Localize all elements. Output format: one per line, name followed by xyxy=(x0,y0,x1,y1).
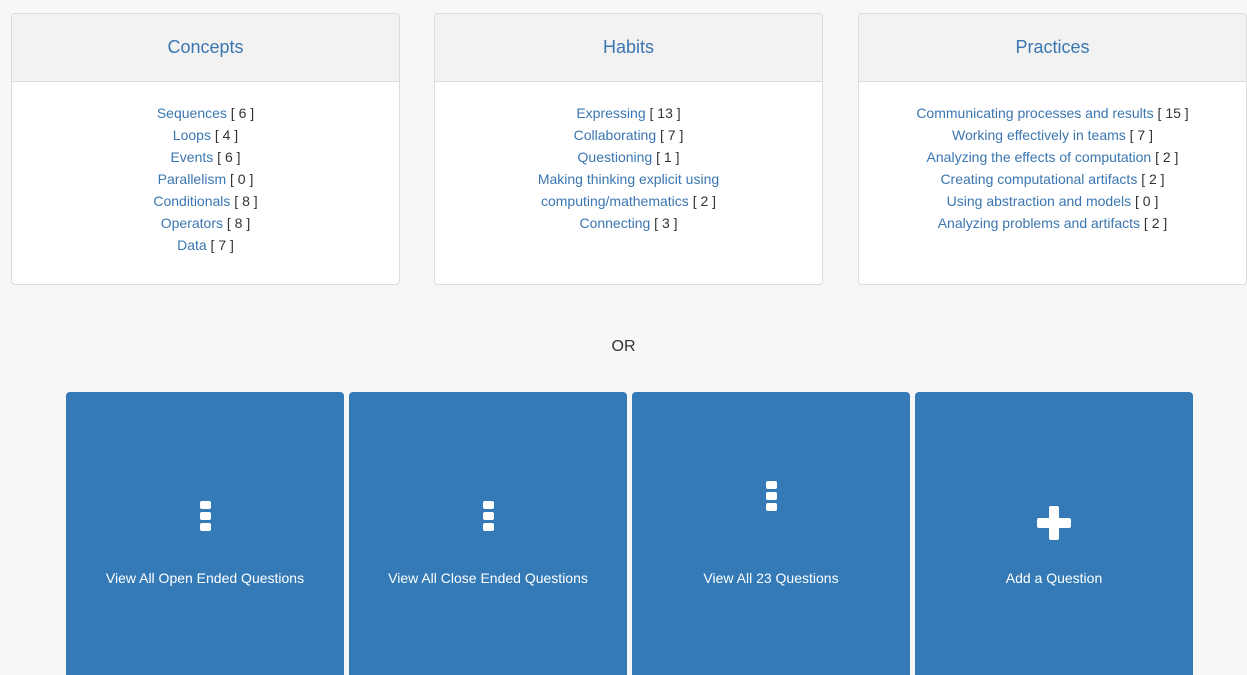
practices-panel: Practices Communicating processes and re… xyxy=(858,13,1247,285)
item-count: [ 7 ] xyxy=(1129,127,1154,143)
practice-link-analyzing-problems[interactable]: Analyzing problems and artifacts xyxy=(938,215,1140,231)
practice-link-abstraction[interactable]: Using abstraction and models xyxy=(947,193,1131,209)
item-count: [ 0 ] xyxy=(1134,193,1159,209)
item-count: [ 2 ] xyxy=(1141,171,1165,187)
or-separator: OR xyxy=(611,338,636,355)
view-open-ended-button[interactable]: View All Open Ended Questions xyxy=(66,392,344,675)
list-item: Communicating processes and results [ 15… xyxy=(859,102,1246,124)
list-item: Loops [ 4 ] xyxy=(12,124,399,146)
habits-list: Expressing [ 13 ] Collaborating [ 7 ] Qu… xyxy=(435,82,822,234)
habit-label-line1: Making thinking explicit using xyxy=(537,171,720,187)
habits-panel: Habits Expressing [ 13 ] Collaborating [… xyxy=(434,13,823,285)
add-question-button[interactable]: Add a Question xyxy=(915,392,1193,675)
practices-list: Communicating processes and results [ 15… xyxy=(859,82,1246,234)
list-item: Parallelism [ 0 ] xyxy=(12,168,399,190)
concept-link-sequences[interactable]: Sequences xyxy=(157,105,227,121)
item-count: [ 2 ] xyxy=(1155,149,1179,165)
tile-label: View All Close Ended Questions xyxy=(388,570,588,586)
list-item: Analyzing the effects of computation [ 2… xyxy=(859,146,1246,168)
item-count: [ 2 ] xyxy=(692,193,717,209)
tile-label: View All Open Ended Questions xyxy=(105,570,305,586)
list-item: Questioning [ 1 ] xyxy=(435,146,822,168)
habit-link-connecting[interactable]: Connecting xyxy=(579,215,650,231)
list-item: Analyzing problems and artifacts [ 2 ] xyxy=(859,212,1246,234)
item-count: [ 2 ] xyxy=(1143,215,1168,231)
habit-label-line2: computing/mathematics xyxy=(540,193,689,209)
item-count: [ 6 ] xyxy=(217,149,241,165)
habit-link-questioning[interactable]: Questioning xyxy=(578,149,653,165)
practice-link-communicating[interactable]: Communicating processes and results xyxy=(916,105,1153,121)
list-item: Working effectively in teams [ 7 ] xyxy=(859,124,1246,146)
list-item: Sequences [ 6 ] xyxy=(12,102,399,124)
practice-link-analyzing-effects[interactable]: Analyzing the effects of computation xyxy=(927,149,1152,165)
item-count: [ 15 ] xyxy=(1157,105,1189,121)
concept-link-loops[interactable]: Loops xyxy=(173,127,211,143)
item-count: [ 13 ] xyxy=(649,105,681,121)
habit-link-expressing[interactable]: Expressing xyxy=(576,105,645,121)
panel-title: Concepts xyxy=(12,14,399,82)
concepts-panel: Concepts Sequences [ 6 ] Loops [ 4 ] Eve… xyxy=(11,13,400,285)
item-count: [ 8 ] xyxy=(226,215,251,231)
list-item: Expressing [ 13 ] xyxy=(435,102,822,124)
concept-link-operators[interactable]: Operators xyxy=(161,215,223,231)
list-item: Data [ 7 ] xyxy=(12,234,399,256)
practice-link-creating-artifacts[interactable]: Creating computational artifacts xyxy=(940,171,1137,187)
list-item: Creating computational artifacts [ 2 ] xyxy=(859,168,1246,190)
habit-link-collaborating[interactable]: Collaborating xyxy=(574,127,657,143)
panel-title: Practices xyxy=(859,14,1246,82)
list-item: Making thinking explicit using computing/… xyxy=(435,168,822,212)
list-item: Events [ 6 ] xyxy=(12,146,399,168)
view-all-questions-button[interactable]: View All 23 Questions xyxy=(632,392,910,675)
tile-label: Add a Question xyxy=(1005,570,1103,586)
view-close-ended-button[interactable]: View All Close Ended Questions xyxy=(349,392,627,675)
item-count: [ 8 ] xyxy=(234,193,258,209)
plus-icon xyxy=(915,506,1193,540)
item-count: [ 0 ] xyxy=(230,171,254,187)
concept-link-conditionals[interactable]: Conditionals xyxy=(153,193,230,209)
concepts-list: Sequences [ 6 ] Loops [ 4 ] Events [ 6 ]… xyxy=(12,82,399,256)
concept-link-data[interactable]: Data xyxy=(177,237,207,253)
item-count: [ 4 ] xyxy=(214,127,239,143)
practice-link-working-in-teams[interactable]: Working effectively in teams xyxy=(952,127,1126,143)
concept-link-parallelism[interactable]: Parallelism xyxy=(158,171,226,187)
item-count: [ 6 ] xyxy=(230,105,255,121)
list-item: Using abstraction and models [ 0 ] xyxy=(859,190,1246,212)
item-count: [ 7 ] xyxy=(660,127,684,143)
item-count: [ 1 ] xyxy=(656,149,680,165)
item-count: [ 3 ] xyxy=(654,215,678,231)
list-item: Collaborating [ 7 ] xyxy=(435,124,822,146)
panel-title: Habits xyxy=(435,14,822,82)
tile-label: View All 23 Questions xyxy=(703,570,839,586)
list-item: Conditionals [ 8 ] xyxy=(12,190,399,212)
ellipsis-vertical-icon xyxy=(632,481,910,511)
list-item: Connecting [ 3 ] xyxy=(435,212,822,234)
item-count: [ 7 ] xyxy=(210,237,234,253)
ellipsis-vertical-icon xyxy=(349,501,627,531)
concept-link-events[interactable]: Events xyxy=(170,149,213,165)
list-item: Operators [ 8 ] xyxy=(12,212,399,234)
ellipsis-vertical-icon xyxy=(66,501,344,531)
